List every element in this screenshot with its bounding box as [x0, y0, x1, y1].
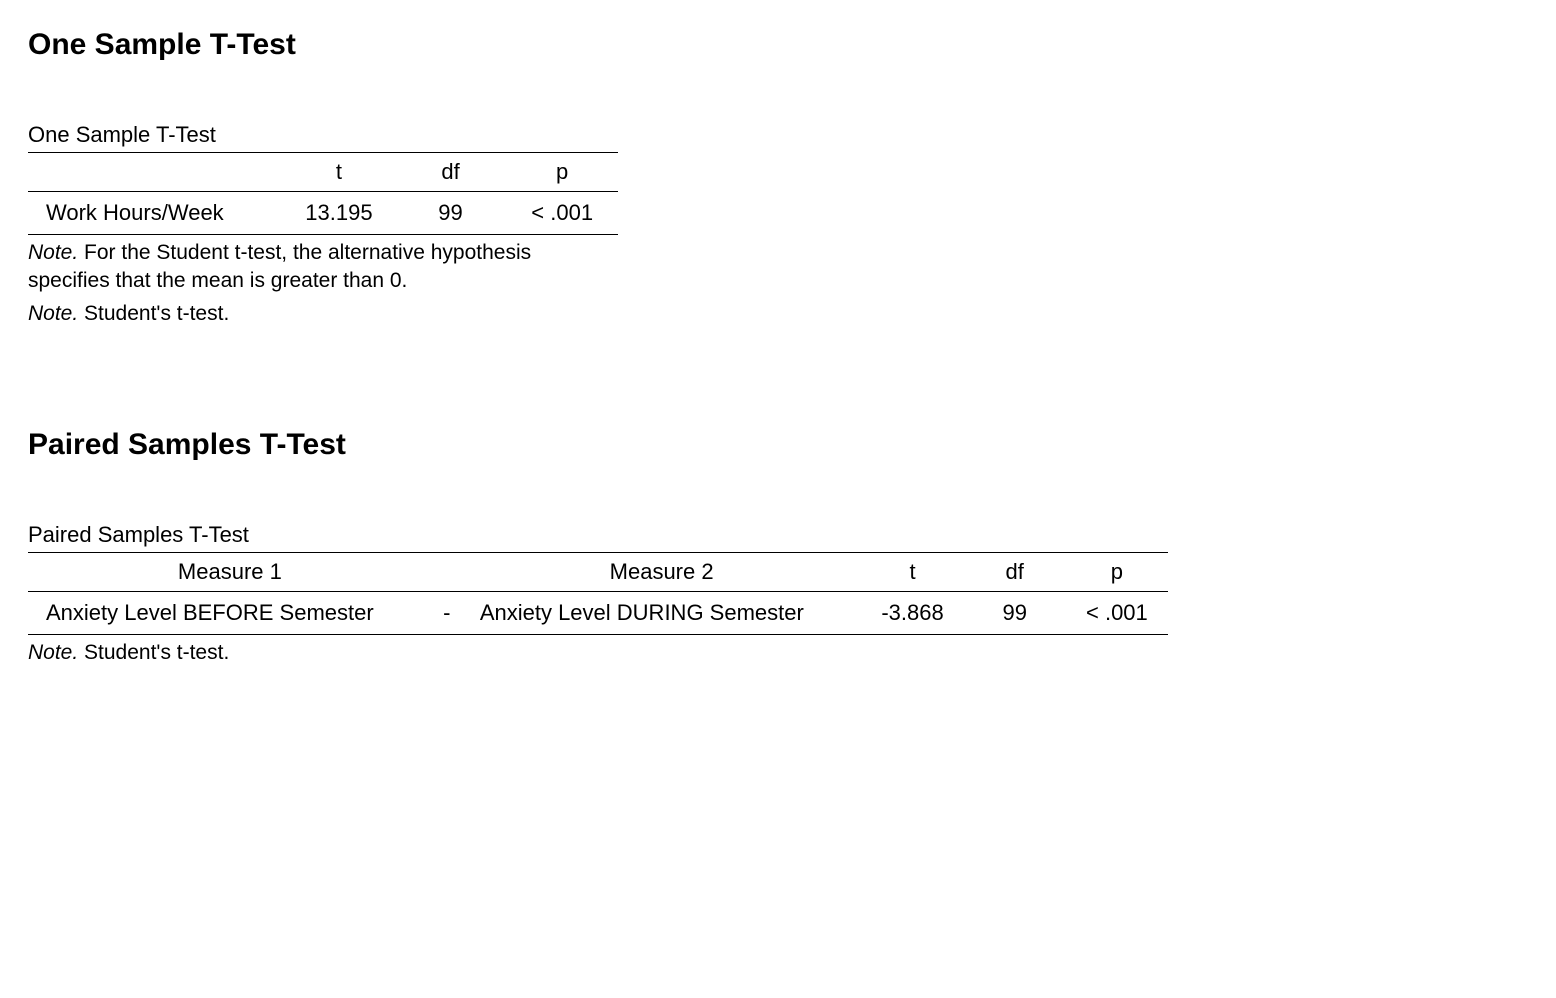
- one-sample-section: One Sample T-Test One Sample T-Test t df…: [28, 28, 1528, 328]
- header-m1: Measure 1: [28, 553, 432, 592]
- header-df: df: [964, 553, 1066, 592]
- header-dash: [432, 553, 462, 592]
- one-sample-heading: One Sample T-Test: [28, 28, 1528, 62]
- row-p: < .001: [506, 192, 618, 235]
- header-p: p: [506, 153, 618, 192]
- paired-heading: Paired Samples T-Test: [28, 428, 1528, 462]
- note-text: For the Student t-test, the alternative …: [28, 241, 531, 292]
- table-header-row: t df p: [28, 153, 618, 192]
- header-m2: Measure 2: [462, 553, 862, 592]
- row-t: 13.195: [283, 192, 395, 235]
- one-sample-note-1: Note. For the Student t-test, the altern…: [28, 239, 618, 296]
- table-row: Work Hours/Week 13.195 99 < .001: [28, 192, 618, 235]
- header-blank: [28, 153, 283, 192]
- one-sample-table-caption: One Sample T-Test: [28, 122, 1528, 148]
- table-header-row: Measure 1 Measure 2 t df p: [28, 553, 1168, 592]
- note-label: Note.: [28, 641, 78, 664]
- row-m2: Anxiety Level DURING Semester: [462, 592, 862, 635]
- paired-section: Paired Samples T-Test Paired Samples T-T…: [28, 428, 1528, 667]
- one-sample-note-2: Note. Student's t-test.: [28, 300, 1528, 328]
- header-t: t: [861, 553, 963, 592]
- row-t: -3.868: [861, 592, 963, 635]
- one-sample-table: t df p Work Hours/Week 13.195 99 < .001: [28, 152, 618, 235]
- paired-table: Measure 1 Measure 2 t df p Anxiety Level…: [28, 552, 1168, 635]
- row-label: Work Hours/Week: [28, 192, 283, 235]
- table-row: Anxiety Level BEFORE Semester - Anxiety …: [28, 592, 1168, 635]
- row-df: 99: [964, 592, 1066, 635]
- row-m1: Anxiety Level BEFORE Semester: [28, 592, 432, 635]
- header-t: t: [283, 153, 395, 192]
- paired-table-caption: Paired Samples T-Test: [28, 522, 1528, 548]
- note-label: Note.: [28, 241, 78, 264]
- note-label: Note.: [28, 302, 78, 325]
- note-text: Student's t-test.: [78, 302, 229, 325]
- row-dash: -: [432, 592, 462, 635]
- header-p: p: [1066, 553, 1168, 592]
- row-df: 99: [395, 192, 507, 235]
- row-p: < .001: [1066, 592, 1168, 635]
- note-text: Student's t-test.: [78, 641, 229, 664]
- paired-note: Note. Student's t-test.: [28, 639, 1528, 667]
- header-df: df: [395, 153, 507, 192]
